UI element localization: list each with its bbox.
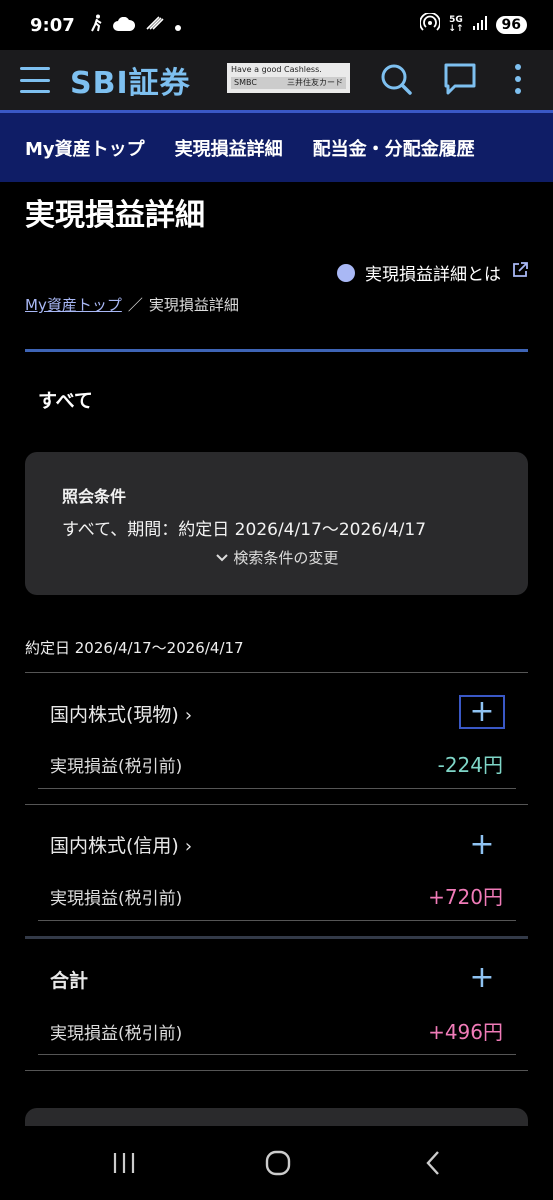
chevron-right-icon: ›	[184, 705, 193, 726]
hotspot-icon	[419, 11, 442, 37]
info-icon	[337, 263, 355, 282]
chat-icon[interactable]	[443, 62, 477, 96]
help-link[interactable]: 実現損益詳細とは	[337, 260, 529, 285]
tab-my-assets[interactable]: My資産トップ	[25, 135, 145, 161]
pl-value: +720円	[428, 885, 503, 909]
status-time: 9:07	[30, 14, 75, 36]
period-text: 約定日 2026/4/17〜2026/4/17	[25, 639, 244, 657]
plus-icon: +	[469, 960, 495, 995]
expand-button[interactable]: +	[459, 695, 505, 729]
divider	[38, 788, 516, 789]
row-label: 実現損益(税引前)	[50, 757, 183, 777]
walk-icon	[90, 14, 103, 36]
plus-icon: +	[469, 827, 495, 862]
section-title-stock-margin[interactable]: 国内株式(信用) ›	[50, 831, 192, 858]
condition-text: すべて、期間：約定日 2026/4/17〜2026/4/17	[62, 520, 427, 540]
divider	[25, 936, 528, 939]
brand-logo[interactable]: SBI証券	[70, 58, 191, 102]
recent-apps-icon[interactable]	[104, 1148, 144, 1178]
row-label: 実現損益(税引前)	[50, 889, 183, 909]
plus-icon: +	[469, 694, 495, 729]
help-link-label: 実現損益詳細とは	[365, 265, 501, 285]
condition-box: 照会条件 すべて、期間：約定日 2026/4/17〜2026/4/17 検索条件…	[25, 452, 528, 595]
network-label: 5G ↓↑	[448, 15, 464, 34]
system-nav-bar	[0, 1126, 553, 1200]
breadcrumb-home[interactable]: My資産トップ	[25, 294, 122, 315]
dot-icon	[174, 16, 181, 35]
breadcrumb-current: 実現損益詳細	[148, 296, 239, 314]
pl-value: -224円	[437, 753, 503, 777]
banner-text: Have a good Cashless.	[231, 65, 322, 74]
page-title: 実現損益詳細	[25, 198, 205, 233]
search-icon[interactable]	[379, 62, 413, 96]
signal-icon	[472, 15, 488, 35]
change-conditions-label: 検索条件の変更	[233, 549, 339, 567]
tab-dividends[interactable]: 配当金・分配金履歴	[313, 135, 475, 161]
nav-tabs: My資産トップ 実現損益詳細 配当金・分配金履歴	[0, 110, 553, 182]
condition-title: 照会条件	[62, 487, 127, 506]
divider	[38, 1054, 516, 1055]
menu-icon[interactable]	[20, 67, 50, 93]
cloud-icon	[112, 16, 135, 35]
more-vertical-icon[interactable]	[504, 62, 532, 96]
back-icon[interactable]	[413, 1148, 453, 1178]
chevron-down-icon	[215, 549, 234, 567]
section-title-total: 合計	[50, 970, 89, 992]
battery-badge: 96	[495, 16, 527, 34]
wifi-calling-icon	[145, 15, 165, 35]
filter-label: すべて	[38, 390, 93, 412]
divider	[25, 804, 528, 805]
chevron-right-icon: ›	[184, 836, 193, 857]
divider	[25, 1070, 528, 1071]
divider	[25, 672, 528, 673]
row-label: 実現損益(税引前)	[50, 1024, 183, 1044]
promo-banner[interactable]: Have a good Cashless. SMBC 三井住友カード	[227, 63, 350, 93]
breadcrumb: My資産トップ ／ 実現損益詳細	[25, 294, 239, 315]
divider	[38, 920, 516, 921]
change-conditions-link[interactable]: 検索条件の変更	[25, 547, 528, 568]
breadcrumb-separator: ／	[127, 296, 143, 314]
external-link-icon	[511, 261, 529, 284]
status-bar: 9:07 5G ↓↑ 96	[0, 0, 553, 50]
expand-button[interactable]: +	[459, 961, 505, 995]
expand-button[interactable]: +	[459, 828, 505, 862]
app-header: SBI証券 Have a good Cashless. SMBC 三井住友カード	[0, 50, 553, 110]
banner-card: 三井住友カード	[287, 78, 343, 87]
home-icon[interactable]	[258, 1148, 298, 1178]
section-title-stock-cash[interactable]: 国内株式(現物) ›	[50, 700, 192, 727]
pl-value: +496円	[428, 1020, 503, 1044]
tab-realized-pl[interactable]: 実現損益詳細	[175, 135, 283, 161]
banner-smbc: SMBC	[234, 78, 257, 87]
accent-divider	[25, 349, 528, 352]
